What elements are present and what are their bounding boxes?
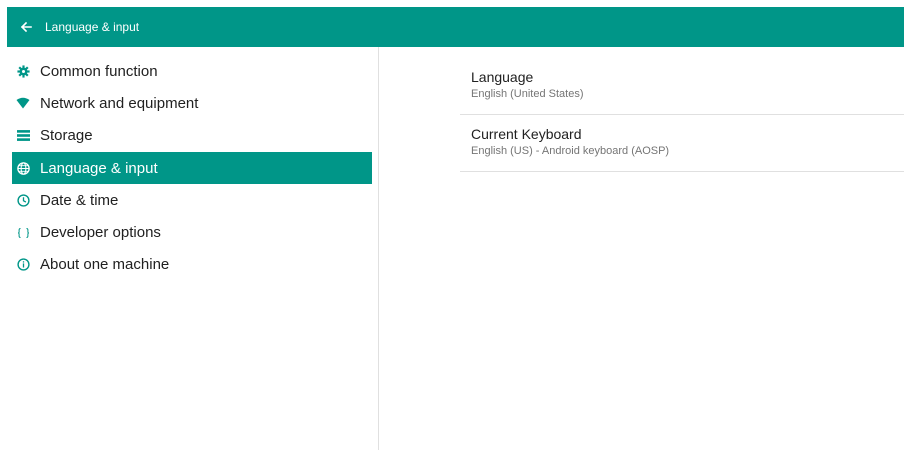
app-bar-title: Language & input [45,20,140,34]
sidebar-item-date-and-time[interactable]: Date & time [12,184,372,216]
globe-icon [16,161,30,175]
sidebar-item-developer-options[interactable]: Developer options [12,216,372,248]
settings-detail-pane: Language English (United States) Current… [460,58,904,172]
sidebar-item-label: Network and equipment [40,94,199,112]
sidebar-item-common-function[interactable]: Common function [12,55,372,87]
sidebar-item-label: Common function [40,62,158,80]
sidebar-item-label: Developer options [40,224,161,242]
info-icon [16,258,30,272]
pane-divider [378,47,379,450]
sidebar-item-label: Date & time [40,191,119,209]
pref-summary: English (United States) [471,88,584,100]
gear-icon [16,64,30,78]
sidebar-item-label: About one machine [40,256,170,274]
sidebar-item-about-one-machine[interactable]: About one machine [12,249,372,281]
app-bar: Language & input [7,7,904,47]
sidebar-item-storage[interactable]: Storage [12,120,372,152]
arrow-left-icon[interactable] [19,20,33,34]
sidebar-item-label: Storage [40,127,93,145]
pref-current-keyboard[interactable]: Current Keyboard English (US) - Android … [460,115,904,172]
pref-language[interactable]: Language English (United States) [460,58,904,115]
pref-summary: English (US) - Android keyboard (AOSP) [471,145,670,157]
sidebar-item-network-and-equipment[interactable]: Network and equipment [12,87,372,119]
clock-icon [16,193,30,207]
braces-icon [16,226,30,240]
sidebar-item-language-and-input[interactable]: Language & input [12,151,372,185]
settings-sidebar: Common function Network and equipment St… [12,55,372,281]
pref-title: Language [471,69,534,85]
storage-icon [16,129,30,143]
wifi-icon [16,96,30,110]
sidebar-item-label: Language & input [40,159,158,177]
pref-title: Current Keyboard [471,126,582,142]
